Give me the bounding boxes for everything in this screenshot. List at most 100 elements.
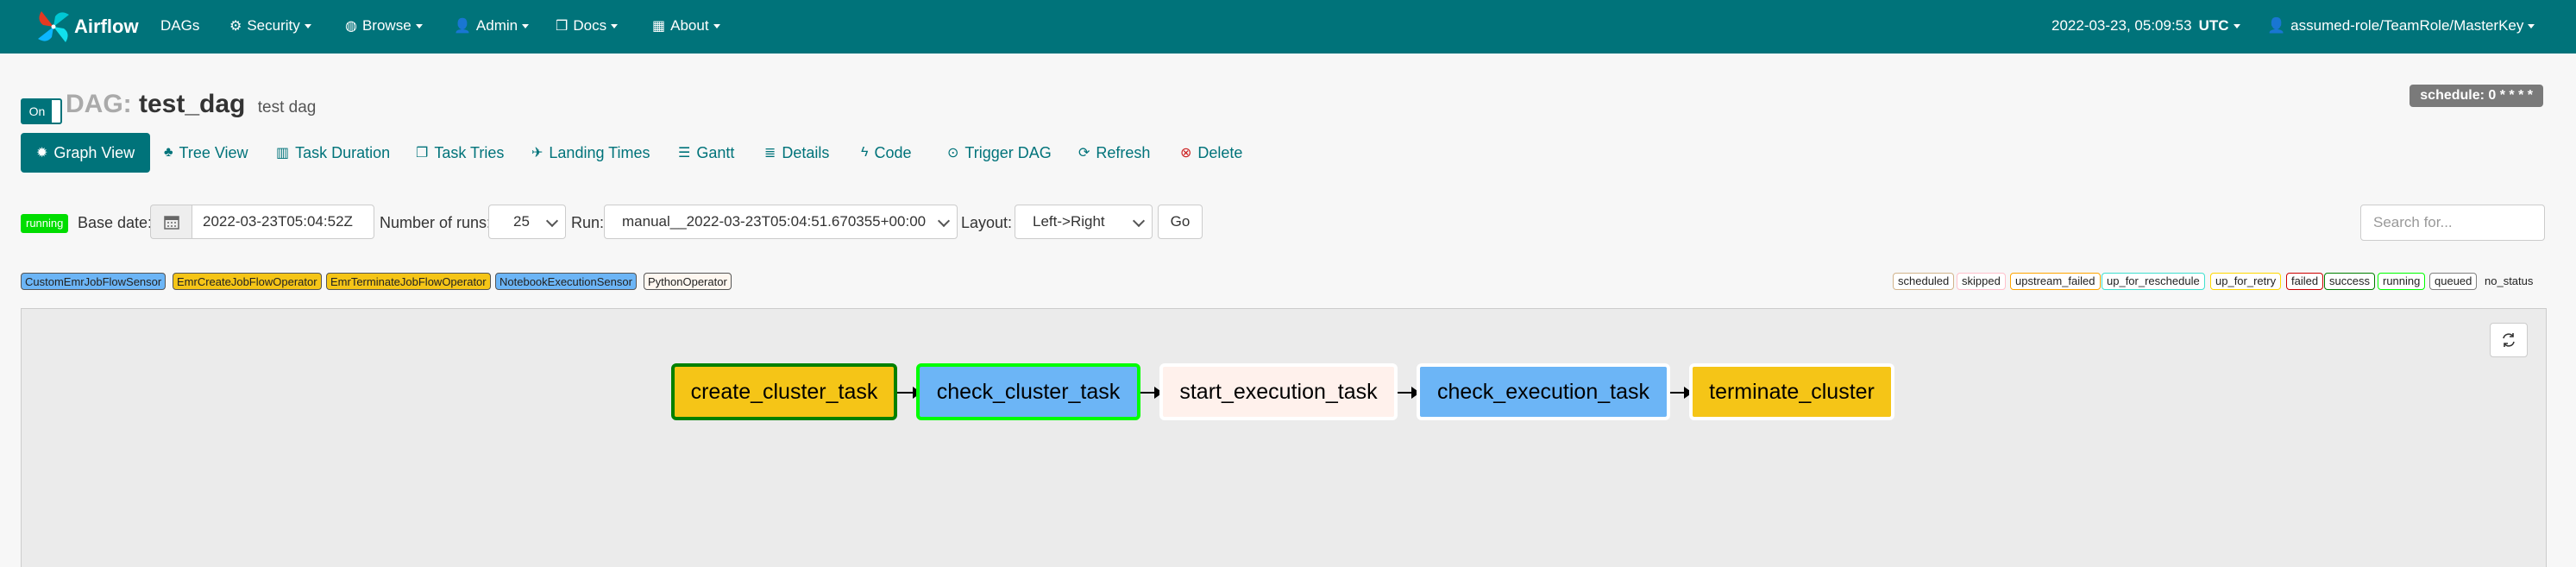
tab-trigger-dag[interactable]: ⊙ Trigger DAG xyxy=(947,133,1052,173)
airflow-logo[interactable]: Airflow xyxy=(35,5,139,48)
state-legend-item[interactable]: skipped xyxy=(1957,273,2006,290)
navbar: Airflow DAGs ⚙ Security ◍ Browse 👤 Admin… xyxy=(0,0,2576,54)
state-legend-item[interactable]: up_for_reschedule xyxy=(2102,273,2205,290)
page-title: DAG: test_dag test dag xyxy=(66,90,316,119)
operator-legend-item[interactable]: EmrTerminateJobFlowOperator xyxy=(326,273,491,290)
user-menu[interactable]: 👤 assumed-role/TeamRole/MasterKey xyxy=(2267,17,2535,35)
plane-icon: ✈ xyxy=(531,146,543,161)
task-node-label: terminate_cluster xyxy=(1709,379,1875,404)
cube-icon: ❒ xyxy=(556,19,569,34)
run-value: manual__2022-03-23T05:04:51.670355+00:00 xyxy=(622,213,927,230)
tab-gantt[interactable]: ☰ Gantt xyxy=(678,133,734,173)
dag-label: DAG: xyxy=(66,90,132,118)
timezone-label: UTC xyxy=(2198,17,2229,34)
operator-legend-item[interactable]: NotebookExecutionSensor xyxy=(495,273,637,290)
bar-chart-icon: ▥ xyxy=(276,146,290,161)
task-node-check-cluster-task[interactable]: check_cluster_task xyxy=(916,363,1140,420)
chevron-down-icon xyxy=(545,214,559,228)
run-label: Run: xyxy=(571,214,605,231)
nav-dags[interactable]: DAGs xyxy=(160,17,199,35)
dag-id: test_dag xyxy=(139,90,246,118)
state-legend-label: running xyxy=(2383,274,2421,287)
state-legend-item[interactable]: success xyxy=(2324,273,2375,290)
dag-description: test dag xyxy=(257,98,317,117)
nav-security-label: Security xyxy=(247,17,300,34)
calendar-icon[interactable] xyxy=(150,205,192,239)
dag-pause-toggle[interactable]: On xyxy=(21,98,62,124)
dag-graph-canvas[interactable] xyxy=(21,308,2547,567)
nav-security[interactable]: ⚙ Security xyxy=(229,17,311,35)
go-button[interactable]: Go xyxy=(1158,205,1203,239)
nav-admin[interactable]: 👤 Admin xyxy=(454,17,530,35)
clock-dropdown[interactable]: 2022-03-23, 05:09:53 UTC xyxy=(2051,17,2240,35)
operator-legend-item[interactable]: PythonOperator xyxy=(644,273,732,290)
operator-legend-label: NotebookExecutionSensor xyxy=(499,275,632,288)
list-icon: ≣ xyxy=(764,146,776,161)
state-legend-label: upstream_failed xyxy=(2015,274,2095,287)
graph-refresh-button[interactable] xyxy=(2490,323,2528,357)
tab-label: Tree View xyxy=(179,143,248,161)
operator-legend-label: EmrCreateJobFlowOperator xyxy=(177,275,317,288)
task-node-check-execution-task[interactable]: check_execution_task xyxy=(1417,363,1670,420)
tab-code[interactable]: ϟ Code xyxy=(861,133,912,173)
toggle-on-label: On xyxy=(22,100,52,123)
caret-down-icon xyxy=(522,23,530,28)
refresh-icon: ⟳ xyxy=(1078,146,1090,161)
nav-docs[interactable]: ❒ Docs xyxy=(556,17,619,35)
task-node-label: create_cluster_task xyxy=(690,379,878,404)
state-legend-label: success xyxy=(2329,274,2370,287)
nav-admin-label: Admin xyxy=(475,17,518,34)
task-node-start-execution-task[interactable]: start_execution_task xyxy=(1159,363,1398,420)
tab-label: Gantt xyxy=(696,143,735,161)
base-date-input[interactable]: 2022-03-23T05:04:52Z xyxy=(192,205,374,239)
layout-value: Left->Right xyxy=(1033,213,1105,230)
task-node-terminate-cluster[interactable]: terminate_cluster xyxy=(1689,363,1894,420)
operator-legend-item[interactable]: CustomEmrJobFlowSensor xyxy=(21,273,166,290)
state-legend-item[interactable]: failed xyxy=(2286,273,2324,290)
caret-down-icon xyxy=(713,23,720,28)
operator-legend-item[interactable]: EmrCreateJobFlowOperator xyxy=(173,273,322,290)
schedule-badge: schedule: 0 * * * * xyxy=(2410,85,2543,107)
num-runs-select[interactable]: 25 xyxy=(488,205,566,239)
state-legend-label: skipped xyxy=(1962,274,2001,287)
num-runs-value: 25 xyxy=(513,213,530,230)
tab-task-tries[interactable]: ❐ Task Tries xyxy=(416,133,504,173)
num-runs-label: Number of runs: xyxy=(380,214,492,231)
state-legend-item[interactable]: queued xyxy=(2429,273,2478,290)
tab-label: Landing Times xyxy=(549,143,650,161)
run-select[interactable]: manual__2022-03-23T05:04:51.670355+00:00 xyxy=(604,205,958,239)
state-legend-label: scheduled xyxy=(1898,274,1950,287)
nav-browse[interactable]: ◍ Browse xyxy=(345,17,423,35)
tab-delete[interactable]: ⊗ Delete xyxy=(1180,133,1242,173)
state-legend-label: up_for_retry xyxy=(2215,274,2277,287)
task-node-label: start_execution_task xyxy=(1179,379,1378,404)
caret-down-icon xyxy=(415,23,423,28)
tab-label: Graph View xyxy=(53,143,135,161)
operator-legend-label: EmrTerminateJobFlowOperator xyxy=(330,275,487,288)
nav-dags-label: DAGs xyxy=(160,17,200,34)
user-name: assumed-role/TeamRole/MasterKey xyxy=(2290,17,2524,34)
tab-details[interactable]: ≣ Details xyxy=(764,133,829,173)
tab-label: Trigger DAG xyxy=(964,143,1052,161)
tab-tree-view[interactable]: ♣ Tree View xyxy=(164,133,248,173)
server-datetime: 2022-03-23, 05:09:53 xyxy=(2051,17,2192,34)
tab-label: Task Tries xyxy=(434,143,505,161)
tab-refresh[interactable]: ⟳ Refresh xyxy=(1078,133,1150,173)
tab-graph-view[interactable]: ✹ Graph View xyxy=(21,133,151,173)
state-legend-item[interactable]: running xyxy=(2378,273,2426,290)
tab-task-duration[interactable]: ▥ Task Duration xyxy=(276,133,390,173)
caret-down-icon xyxy=(611,23,619,28)
state-legend-label: up_for_reschedule xyxy=(2107,274,2200,287)
nav-about[interactable]: ▦ About xyxy=(652,17,720,35)
search-input[interactable] xyxy=(2360,205,2545,241)
state-legend-item[interactable]: scheduled xyxy=(1893,273,1955,290)
state-legend-item[interactable]: up_for_retry xyxy=(2210,273,2282,290)
caret-down-icon xyxy=(2233,23,2240,28)
layout-select[interactable]: Left->Right xyxy=(1015,205,1153,239)
state-legend-item[interactable]: no_status xyxy=(2479,273,2538,290)
tab-landing-times[interactable]: ✈ Landing Times xyxy=(531,133,650,173)
layout-label: Layout: xyxy=(961,214,1013,231)
task-node-create-cluster-task[interactable]: create_cluster_task xyxy=(671,363,897,420)
state-legend-item[interactable]: upstream_failed xyxy=(2010,273,2101,290)
gear-icon: ⚙ xyxy=(229,19,242,34)
